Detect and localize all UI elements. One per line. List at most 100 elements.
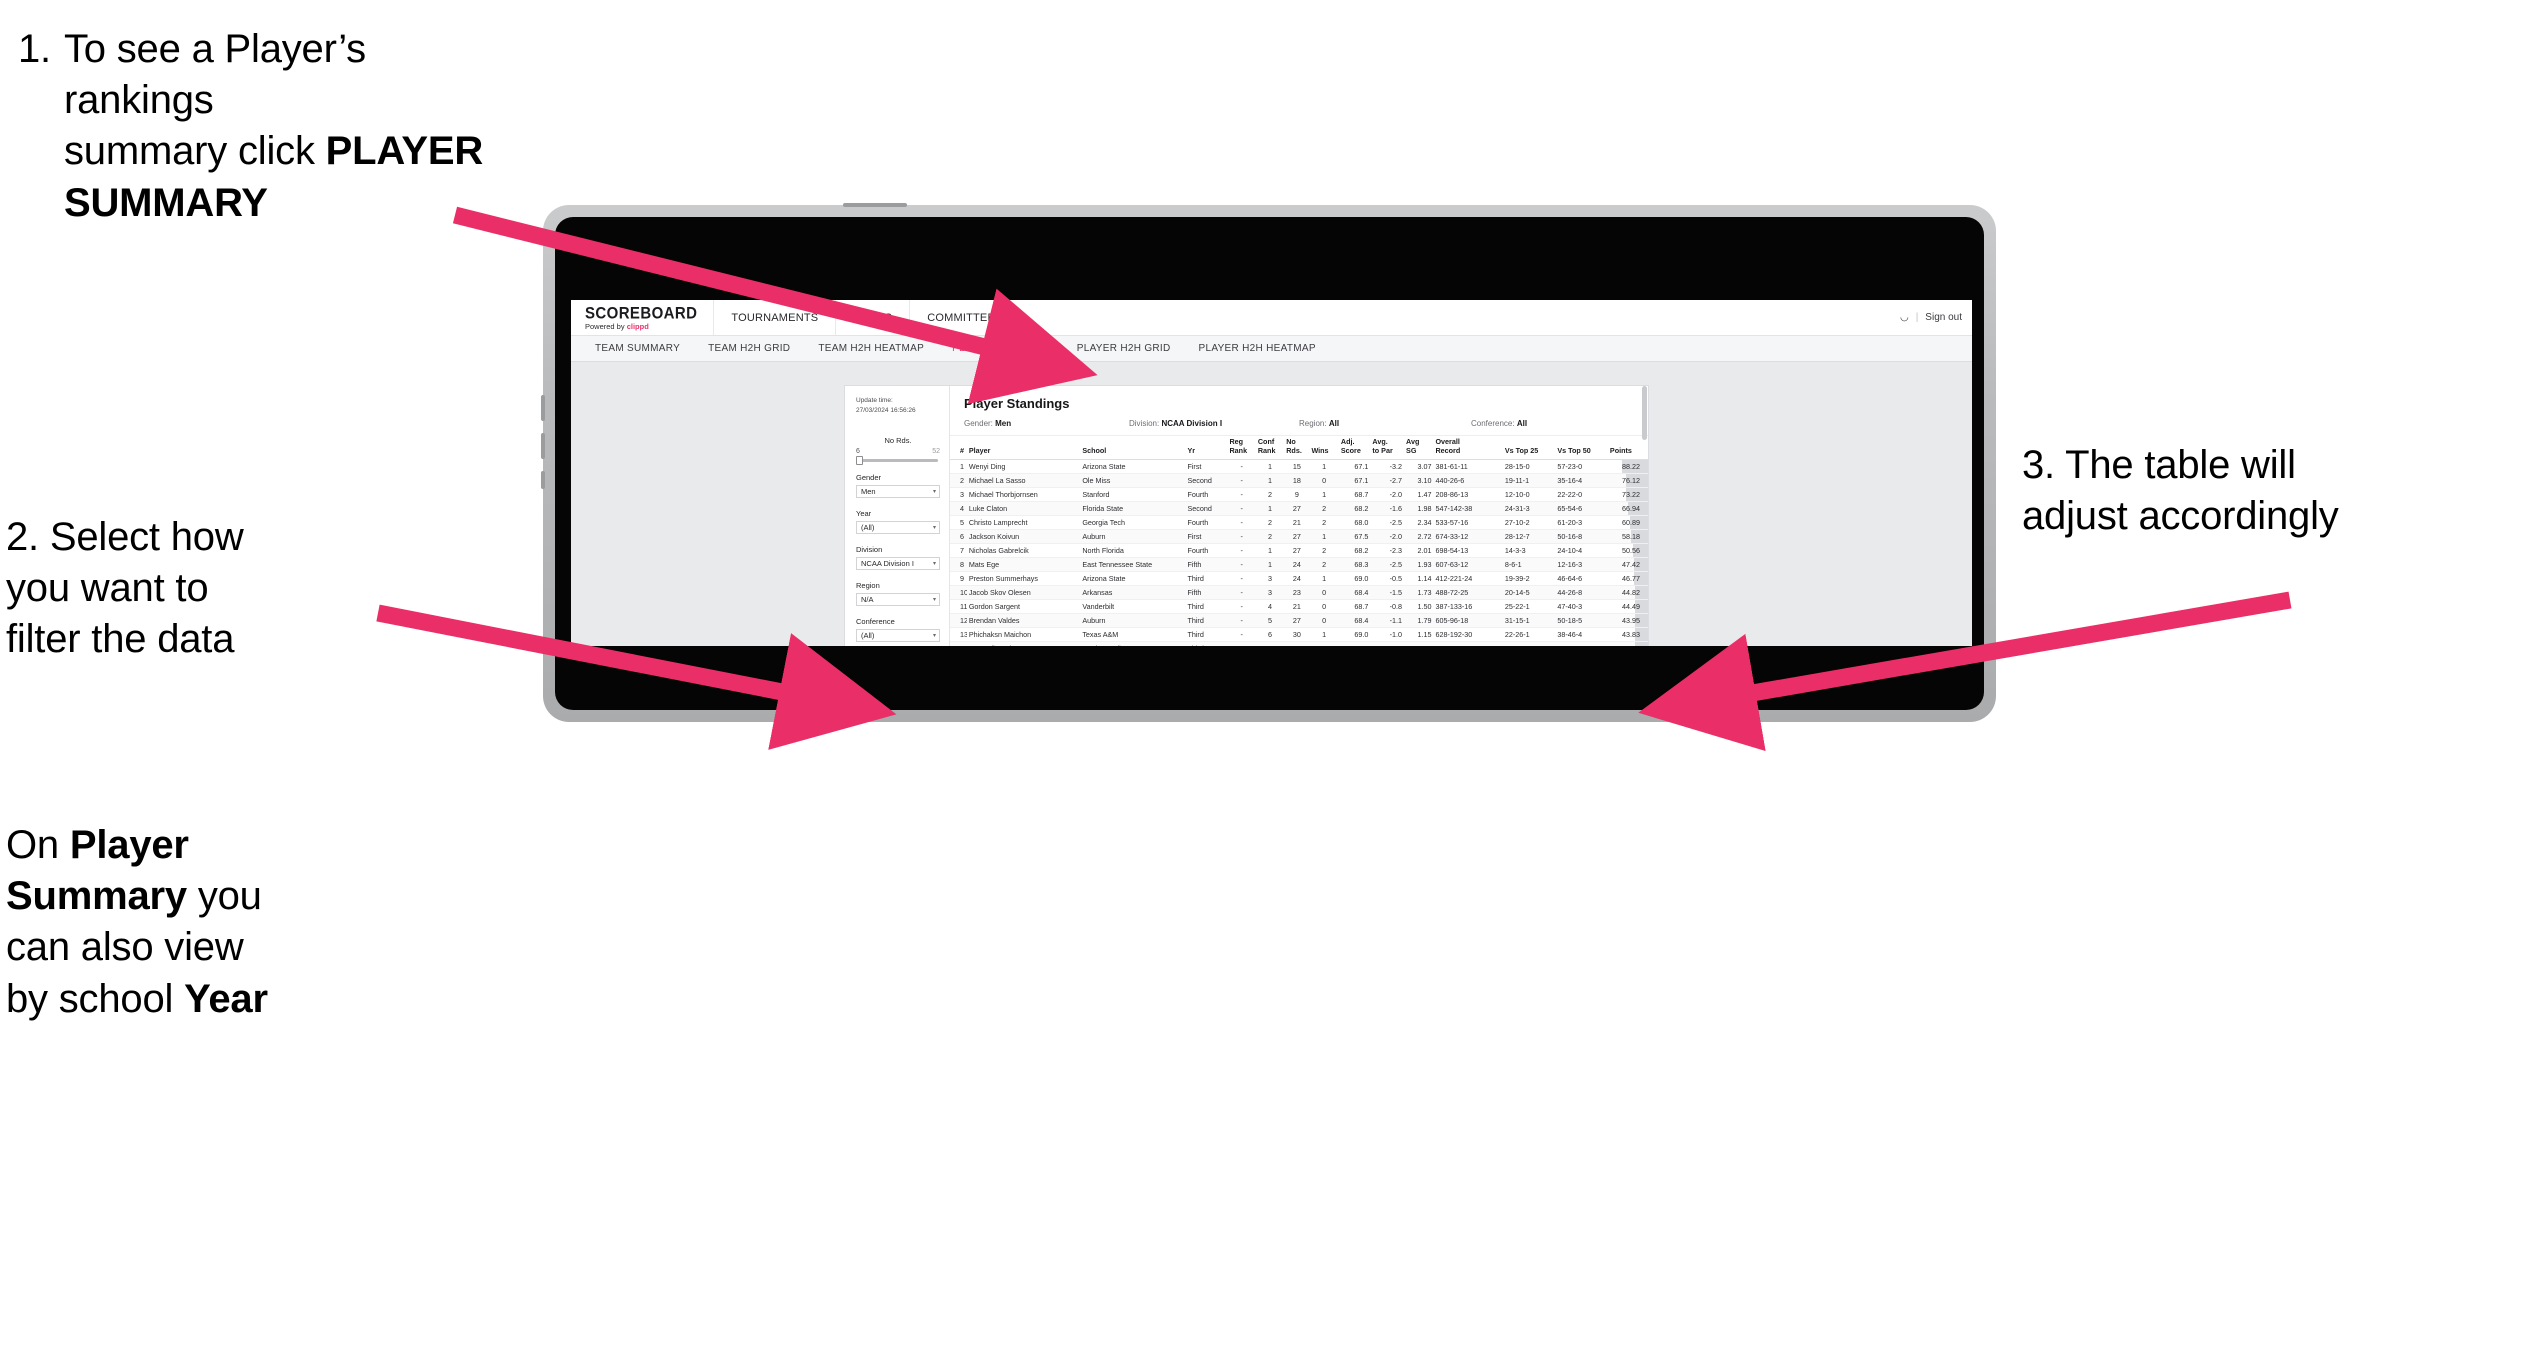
table-row[interactable]: 6 Jackson Koivun Auburn First -2 27 1 67.5 -2.0 2… xyxy=(950,529,1648,545)
cell-vs-top-50: 24-10-4 xyxy=(1555,543,1608,559)
nav-teams[interactable]: TEAMS xyxy=(835,300,909,335)
cell-no-rds: 23 xyxy=(1284,641,1310,646)
annotation-step-3-line1: 3. The table will xyxy=(2022,443,2296,487)
cell-avg-to-par: -2.5 xyxy=(1370,515,1405,531)
cell-school: Texas A&M xyxy=(1080,627,1186,643)
cell-points: 60.89 xyxy=(1607,515,1648,531)
col-school[interactable]: School xyxy=(1080,436,1186,461)
cell-vs-top-25: 14-3-3 xyxy=(1502,543,1556,559)
table-row[interactable]: 8 Mats Ege East Tennessee State Fifth -1 24 2 6… xyxy=(950,557,1648,573)
col-rank[interactable]: # xyxy=(950,436,967,461)
cell-adj-score: 69.1 xyxy=(1338,641,1371,646)
col-overall-record[interactable]: Overall Record xyxy=(1433,436,1503,461)
cell-avg-sg: 1.50 xyxy=(1404,599,1434,615)
col-player[interactable]: Player xyxy=(966,436,1081,461)
brand-logo[interactable]: SCOREBOARD Powered by clippd xyxy=(571,305,713,331)
tab-player-summary[interactable]: PLAYER SUMMARY xyxy=(938,343,1063,354)
account-icon[interactable]: ◡ xyxy=(1900,312,1909,323)
col-points[interactable]: Points xyxy=(1607,436,1648,461)
tab-player-h2h-heatmap[interactable]: PLAYER H2H HEATMAP xyxy=(1185,343,1330,354)
col-reg-rank[interactable]: Reg Rank xyxy=(1227,436,1256,461)
cell-wins: 2 xyxy=(1309,515,1339,531)
table-row[interactable]: 1 Wenyi Ding Arizona State First -1 15 1 67.1 -3… xyxy=(950,459,1648,475)
points-value: 42.75 xyxy=(1622,644,1640,646)
filter-year-label: Year xyxy=(856,508,872,518)
table-row[interactable]: 7 Nicholas Gabrelcik North Florida Fourth -1… xyxy=(950,543,1648,559)
sign-out-link[interactable]: Sign out xyxy=(1925,312,1962,323)
cell-no-rds: 27 xyxy=(1284,529,1310,545)
cell-year: First xyxy=(1185,529,1228,545)
filter-year-select[interactable]: (All) ▾ xyxy=(856,520,940,534)
filter-region-select[interactable]: N/A ▾ xyxy=(856,592,940,606)
dashboard-content: Update time: 27/03/2024 16:56:26 No Rds.… xyxy=(571,362,1972,646)
filter-conference-select[interactable]: (All) ▾ xyxy=(856,628,940,642)
cell-points: 42.75 xyxy=(1607,641,1648,646)
filter-gender-select[interactable]: Men ▾ xyxy=(856,484,940,498)
table-row[interactable]: 3 Michael Thorbjornsen Stanford Fourth -2 9 1 6… xyxy=(950,487,1648,503)
meta-conference-label: Conference: xyxy=(1471,419,1515,428)
cell-year: Fourth xyxy=(1185,515,1228,531)
meta-region-label: Region: xyxy=(1299,419,1327,428)
cell-no-rds: 21 xyxy=(1284,515,1310,531)
tab-player-h2h-grid[interactable]: PLAYER H2H GRID xyxy=(1063,343,1185,354)
table-row[interactable]: 4 Luke Claton Florida State Second -1 27 2 68.2… xyxy=(950,501,1648,517)
tab-team-h2h-grid[interactable]: TEAM H2H GRID xyxy=(694,343,804,354)
cell-overall-record: 412-178-28 xyxy=(1433,641,1503,646)
tab-team-h2h-heatmap[interactable]: TEAM H2H HEATMAP xyxy=(804,343,938,354)
cell-no-rds: 27 xyxy=(1284,501,1310,517)
chevron-down-icon: ▾ xyxy=(932,632,936,639)
cell-reg-rank: - xyxy=(1227,515,1256,531)
col-wins[interactable]: Wins xyxy=(1309,436,1339,461)
table-row[interactable]: 14Maxwell FordNorth CarolinaThird-323069… xyxy=(950,641,1648,646)
filter-division-select[interactable]: NCAA Division I ▾ xyxy=(856,556,940,570)
cell-avg-to-par: -3.2 xyxy=(1370,459,1405,475)
col-adj-score[interactable]: Adj. Score xyxy=(1338,436,1371,461)
table-header: # Player School Yr Reg Rank Conf Rank No Rd… xyxy=(950,436,1648,461)
col-vs-top-50[interactable]: Vs Top 50 xyxy=(1555,436,1608,461)
account-area: ◡ | Sign out xyxy=(1900,300,1962,335)
table-row[interactable]: 13Phichaksn MaichonTexas A&MThird-630169… xyxy=(950,627,1648,643)
cell-reg-rank: - xyxy=(1227,459,1256,475)
cell-vs-top-50: 50-16-8 xyxy=(1555,529,1608,545)
table-row[interactable]: 5 Christo Lamprecht Georgia Tech Fourth -2 21… xyxy=(950,515,1648,531)
cell-conf-rank: 1 xyxy=(1255,501,1285,517)
cell-reg-rank: - xyxy=(1227,571,1256,587)
meta-conference: Conference: All xyxy=(1471,419,1527,428)
col-no-rds[interactable]: No Rds. xyxy=(1284,436,1310,461)
cell-school: Auburn xyxy=(1080,613,1186,629)
cell-avg-to-par: -1.1 xyxy=(1370,613,1405,629)
cell-school: North Carolina xyxy=(1080,641,1186,646)
meta-division: Division: NCAA Division I xyxy=(1129,419,1299,428)
cell-overall-record: 488-72-25 xyxy=(1433,585,1503,601)
page-title: Player Standings xyxy=(964,396,1070,411)
col-yr[interactable]: Yr xyxy=(1185,436,1228,461)
cell-player: Phichaksn Maichon xyxy=(966,627,1081,643)
table-row[interactable]: 2 Michael La Sasso Ole Miss Second -1 18 0 67.1… xyxy=(950,473,1648,489)
annotation-step-2-line1: 2. Select how xyxy=(6,515,244,559)
cell-adj-score: 69.0 xyxy=(1338,571,1371,587)
cell-points: 76.12 xyxy=(1607,473,1648,489)
col-vs-top-25[interactable]: Vs Top 25 xyxy=(1502,436,1556,461)
table-vertical-scrollbar[interactable] xyxy=(1642,386,1647,440)
table-row[interactable]: 12Brendan ValdesAuburnThird-527068.4-1.1… xyxy=(950,613,1648,629)
col-avg-to-par[interactable]: Avg. to Par xyxy=(1370,436,1405,461)
cell-wins: 1 xyxy=(1309,627,1339,643)
nav-tournaments[interactable]: TOURNAMENTS xyxy=(713,300,835,335)
table-row[interactable]: 10Jacob Skov OlesenArkansasFifth-323068.… xyxy=(950,585,1648,601)
nav-committee[interactable]: COMMITTEE xyxy=(909,300,1012,335)
cell-rank: 7 xyxy=(950,543,967,559)
col-avg-sg[interactable]: Avg SG xyxy=(1404,436,1434,461)
no-rds-slider-track[interactable] xyxy=(856,455,938,465)
meta-region: Region: All xyxy=(1299,419,1471,428)
no-rds-slider-handle[interactable] xyxy=(856,455,863,465)
tab-team-summary[interactable]: TEAM SUMMARY xyxy=(581,343,694,354)
col-conf-rank[interactable]: Conf Rank xyxy=(1255,436,1285,461)
cell-points: 44.49 xyxy=(1607,599,1648,615)
cell-player: Brendan Valdes xyxy=(966,613,1081,629)
cell-overall-record: 208-86-13 xyxy=(1433,487,1503,503)
table-row[interactable]: 9 Preston Summerhays Arizona State Third -3 2… xyxy=(950,571,1648,587)
cell-overall-record: 607-63-12 xyxy=(1433,557,1503,573)
cell-vs-top-50: 61-20-3 xyxy=(1555,515,1608,531)
cell-rank: 9 xyxy=(950,571,967,587)
table-row[interactable]: 11 Gordon Sargent Vanderbilt Third -4 21 0 68.7… xyxy=(950,599,1648,615)
